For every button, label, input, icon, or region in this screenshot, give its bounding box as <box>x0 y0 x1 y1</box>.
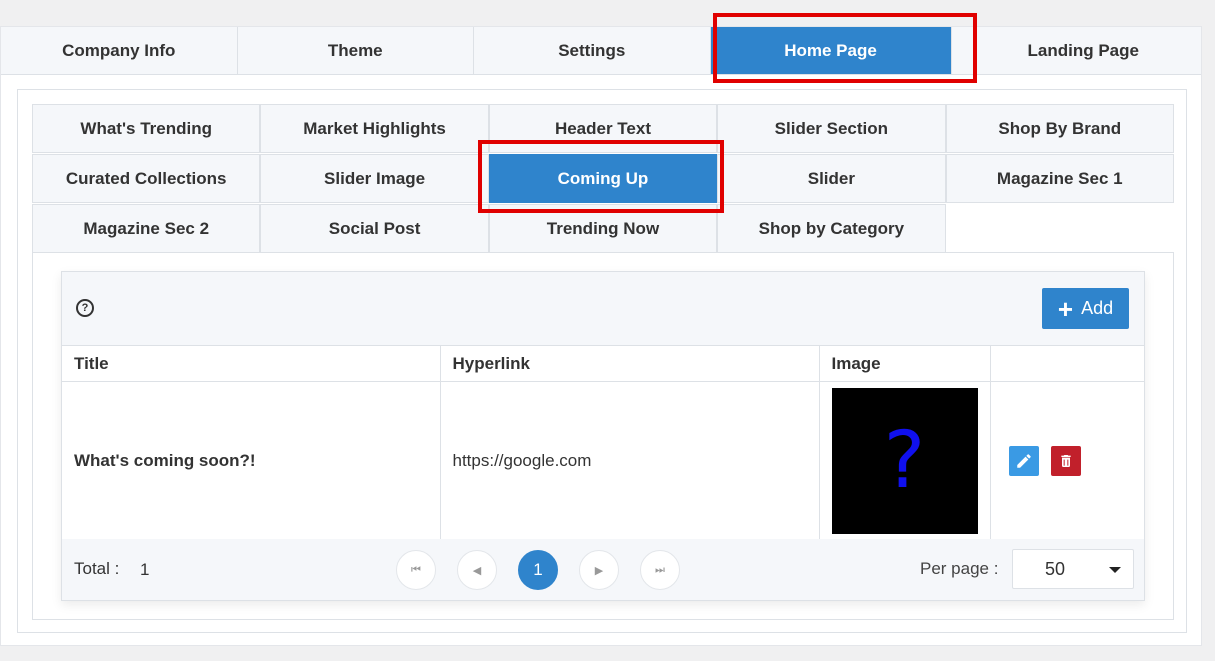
previous-page-button[interactable]: ◀ <box>457 550 497 590</box>
pencil-icon <box>1016 453 1031 468</box>
per-page-select[interactable]: 50 <box>1012 549 1134 589</box>
edit-button[interactable] <box>1008 445 1039 476</box>
settings-container: Company Info Theme Settings Home Page La… <box>0 26 1202 646</box>
next-page-button[interactable]: ▶ <box>579 550 619 590</box>
coming-up-table: Title Hyperlink Image What's coming soon… <box>62 345 1144 540</box>
subtab-shop-by-brand[interactable]: Shop By Brand <box>945 104 1174 153</box>
grid-toolbar: ? + Add <box>62 272 1144 345</box>
column-header-actions <box>990 345 1144 382</box>
cell-title: What's coming soon?! <box>62 381 441 540</box>
chevron-left-icon: ◀ <box>472 564 482 577</box>
table-row[interactable]: What's coming soon?! https://google.com … <box>62 381 1144 540</box>
pagination-bar: Total : 1 ⏮ ◀ 1 ▶ ⏭ Per page : 50 <box>62 539 1144 600</box>
tab-home-page[interactable]: Home Page <box>710 27 952 74</box>
delete-button[interactable] <box>1051 445 1082 476</box>
question-circle-icon[interactable]: ? <box>76 299 94 317</box>
cell-image: ? <box>819 381 991 540</box>
last-page-button[interactable]: ⏭ <box>640 550 680 590</box>
total-count: 1 <box>140 560 150 579</box>
subtab-magazine-sec-2[interactable]: Magazine Sec 2 <box>32 204 261 253</box>
main-tab-bar: Company Info Theme Settings Home Page La… <box>1 27 1201 75</box>
subtab-shop-by-category[interactable]: Shop by Category <box>717 204 946 253</box>
caret-down-icon <box>1109 567 1121 573</box>
tab-landing-page[interactable]: Landing Page <box>965 27 1201 74</box>
sub-tab-bar: What's Trending Market Highlights Header… <box>32 104 1174 254</box>
page-1-button[interactable]: 1 <box>518 550 558 590</box>
trash-icon <box>1061 454 1071 467</box>
add-button[interactable]: + Add <box>1042 288 1129 329</box>
tab-company-info[interactable]: Company Info <box>1 27 238 74</box>
subtab-trending-now[interactable]: Trending Now <box>488 204 718 253</box>
column-header-hyperlink[interactable]: Hyperlink <box>440 345 820 382</box>
first-page-button[interactable]: ⏮ <box>396 550 436 590</box>
column-header-title[interactable]: Title <box>62 345 441 382</box>
tab-theme[interactable]: Theme <box>237 27 474 74</box>
subtab-magazine-sec-1[interactable]: Magazine Sec 1 <box>945 154 1174 203</box>
subtab-slider-section[interactable]: Slider Section <box>717 104 946 153</box>
subtab-header-text[interactable]: Header Text <box>488 104 718 153</box>
chevron-right-icon: ▶ <box>594 564 604 577</box>
column-header-image[interactable]: Image <box>819 345 991 382</box>
subtab-market-highlights[interactable]: Market Highlights <box>260 104 489 153</box>
pager: ⏮ ◀ 1 ▶ ⏭ <box>396 550 680 590</box>
cell-actions <box>990 381 1144 540</box>
subtab-slider[interactable]: Slider <box>717 154 946 203</box>
row-thumbnail-image: ? <box>831 387 978 534</box>
per-page-value: 50 <box>1045 558 1066 579</box>
tab-settings[interactable]: Settings <box>474 27 711 74</box>
cell-hyperlink: https://google.com <box>440 381 820 540</box>
table-header-row: Title Hyperlink Image <box>62 345 1144 382</box>
subtab-slider-image[interactable]: Slider Image <box>260 154 489 203</box>
subtab-social-post[interactable]: Social Post <box>260 204 489 253</box>
image-placeholder-glyph: ? <box>883 415 926 506</box>
first-page-icon: ⏮ <box>411 563 421 576</box>
subtab-coming-up[interactable]: Coming Up <box>488 154 718 203</box>
add-button-label: Add <box>1081 298 1114 318</box>
per-page-label: Per page : <box>920 559 999 578</box>
coming-up-panel: ? + Add Title Hyperlink Image What's com… <box>32 252 1174 620</box>
subtab-whats-trending[interactable]: What's Trending <box>32 104 261 153</box>
total-label: Total : <box>74 559 120 578</box>
subtab-curated-collections[interactable]: Curated Collections <box>32 154 261 203</box>
coming-up-grid: ? + Add Title Hyperlink Image What's com… <box>61 271 1145 601</box>
last-page-icon: ⏭ <box>655 563 665 576</box>
plus-icon: + <box>1057 293 1074 324</box>
home-page-panel: What's Trending Market Highlights Header… <box>17 89 1187 633</box>
